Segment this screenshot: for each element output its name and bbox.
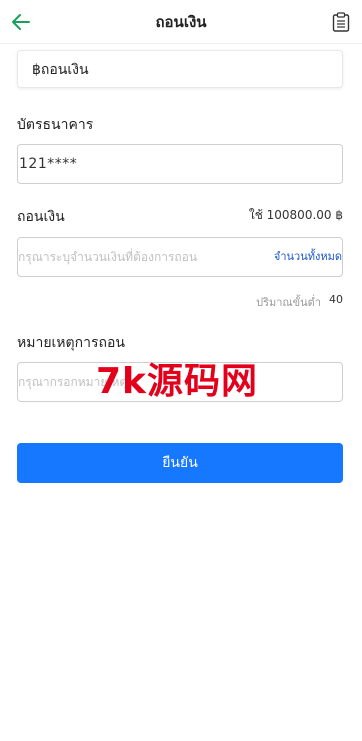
min-amount-label: ปริมาณขั้นต่ำ [256, 296, 321, 309]
confirm-button[interactable]: ยืนยัน [17, 443, 343, 483]
withdraw-all-button[interactable]: จำนวนทั้งหมด [274, 238, 342, 276]
amount-input[interactable] [18, 238, 258, 276]
withdraw-amount-label: ถอนเงิน [17, 209, 65, 225]
bank-card-label: บัตรธนาคาร [17, 117, 94, 133]
bank-card-value: 121**** [19, 156, 78, 172]
amount-field: จำนวนทั้งหมด [17, 237, 343, 277]
clipboard-list-icon[interactable] [332, 12, 350, 32]
remark-label: หมายเหตุการถอน [17, 335, 125, 351]
bank-card-field[interactable]: 121**** [17, 144, 343, 184]
watermark: 7k源码网 [96, 361, 258, 402]
withdraw-method-label: ฿ถอนเงิน [32, 62, 89, 78]
top-bar: ถอนเงิน [0, 0, 362, 44]
withdraw-method-card[interactable]: ฿ถอนเงิน [17, 50, 343, 88]
page-title: ถอนเงิน [155, 13, 207, 31]
min-amount-value: 40 [329, 293, 343, 306]
available-balance: ใช้ 100800.00 ฿ [248, 208, 343, 222]
